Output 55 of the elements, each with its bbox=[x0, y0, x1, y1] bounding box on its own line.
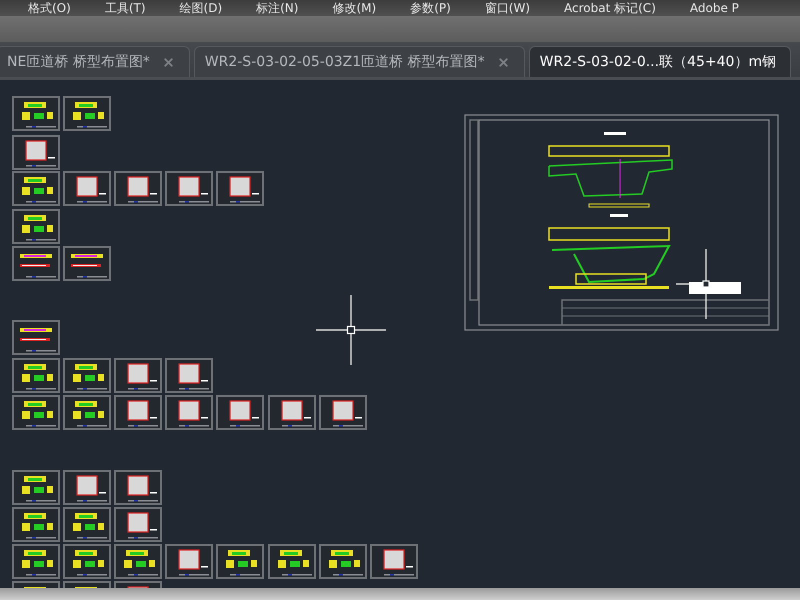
close-icon[interactable] bbox=[162, 56, 175, 68]
sheet-thumbnail-drawing[interactable] bbox=[63, 544, 111, 579]
menu-item[interactable]: 工具(T) bbox=[104, 0, 146, 16]
sheet-thumbnail-drawing[interactable] bbox=[216, 171, 264, 206]
tab-label: WR2-S-03-02-05-03Z1匝道桥 桥型布置图* bbox=[204, 53, 485, 71]
sheet-thumbnail-drawing[interactable] bbox=[12, 395, 60, 430]
close-icon[interactable] bbox=[496, 56, 510, 68]
sheet-thumbnail-drawing[interactable] bbox=[12, 171, 60, 206]
sheet-thumbnail-drawing[interactable] bbox=[63, 507, 111, 542]
sheet-thumbnail-drawing[interactable] bbox=[165, 171, 213, 206]
menu-item[interactable]: Adobe P bbox=[690, 0, 739, 16]
sheet-thumbnail-drawing[interactable] bbox=[268, 544, 316, 579]
menu-item[interactable]: 标注(N) bbox=[256, 0, 298, 16]
sheet-thumbnail-drawing[interactable] bbox=[63, 96, 111, 131]
menu-item[interactable]: 格式(O) bbox=[28, 0, 71, 16]
sheet-thumbnail-drawing[interactable] bbox=[63, 246, 111, 281]
tab-label: NE匝道桥 桥型布置图* bbox=[7, 53, 150, 71]
sheet-thumbnail-drawing[interactable] bbox=[114, 544, 162, 579]
crosshair-cursor-icon bbox=[316, 295, 386, 365]
sheet-thumbnail-drawing[interactable] bbox=[165, 395, 213, 430]
sheet-thumbnail-drawing[interactable] bbox=[216, 544, 264, 579]
sheet-thumbnail-drawing[interactable] bbox=[268, 395, 316, 430]
menu-item[interactable]: 绘图(D) bbox=[180, 0, 222, 16]
sheet-thumbnail-drawing[interactable] bbox=[63, 358, 111, 393]
menu-item[interactable]: Acrobat 标记(C) bbox=[564, 0, 656, 16]
sheet-thumbnail-drawing[interactable] bbox=[114, 470, 162, 505]
sheet-thumbnail-drawing[interactable] bbox=[165, 358, 213, 393]
sheet-thumbnail-drawing[interactable] bbox=[114, 358, 162, 393]
sheet-thumbnail-drawing[interactable] bbox=[370, 544, 418, 579]
sheet-thumbnail-drawing[interactable] bbox=[12, 358, 60, 393]
sheet-thumbnail-drawing[interactable] bbox=[216, 395, 264, 430]
document-tab[interactable]: WR2-S-03-02-0...联（45+40）m钢 bbox=[528, 46, 792, 77]
document-tab[interactable]: WR2-S-03-02-05-03Z1匝道桥 桥型布置图* bbox=[194, 46, 525, 77]
tab-label: WR2-S-03-02-0...联（45+40）m钢 bbox=[540, 53, 776, 71]
sheet-thumbnail-drawing[interactable] bbox=[63, 395, 111, 430]
sheet-thumbnail-drawing[interactable] bbox=[63, 470, 111, 505]
sheet-thumbnail-drawing[interactable] bbox=[114, 171, 162, 206]
sheet-thumbnail-drawing[interactable] bbox=[12, 544, 60, 579]
sheet-thumbnail-drawing[interactable] bbox=[114, 395, 162, 430]
sheet-thumbnail-drawing[interactable] bbox=[63, 171, 111, 206]
sheet-thumbnail-drawing[interactable] bbox=[12, 246, 60, 281]
menu-item[interactable]: 修改(M) bbox=[332, 0, 376, 16]
menu-item[interactable]: 窗口(W) bbox=[484, 0, 530, 16]
sheet-thumbnail-drawing[interactable] bbox=[319, 395, 367, 430]
document-tab[interactable]: NE匝道桥 桥型布置图* bbox=[0, 46, 190, 77]
sheet-thumbnail-drawing[interactable] bbox=[319, 544, 367, 579]
sheet-thumbnail-drawing[interactable] bbox=[12, 209, 60, 244]
sheet-thumbnail-drawing[interactable] bbox=[114, 507, 162, 542]
sheet-thumbnail-drawing[interactable] bbox=[12, 507, 60, 542]
sheet-thumbnail-drawing[interactable] bbox=[12, 470, 60, 505]
sheet-thumbnail-drawing[interactable] bbox=[12, 320, 60, 355]
menu-item[interactable]: 参数(P) bbox=[410, 0, 451, 16]
sheet-thumbnail-drawing[interactable] bbox=[165, 544, 213, 579]
sheet-thumbnail-drawing[interactable] bbox=[12, 96, 60, 131]
sheet-thumbnail-drawing[interactable] bbox=[12, 135, 60, 170]
